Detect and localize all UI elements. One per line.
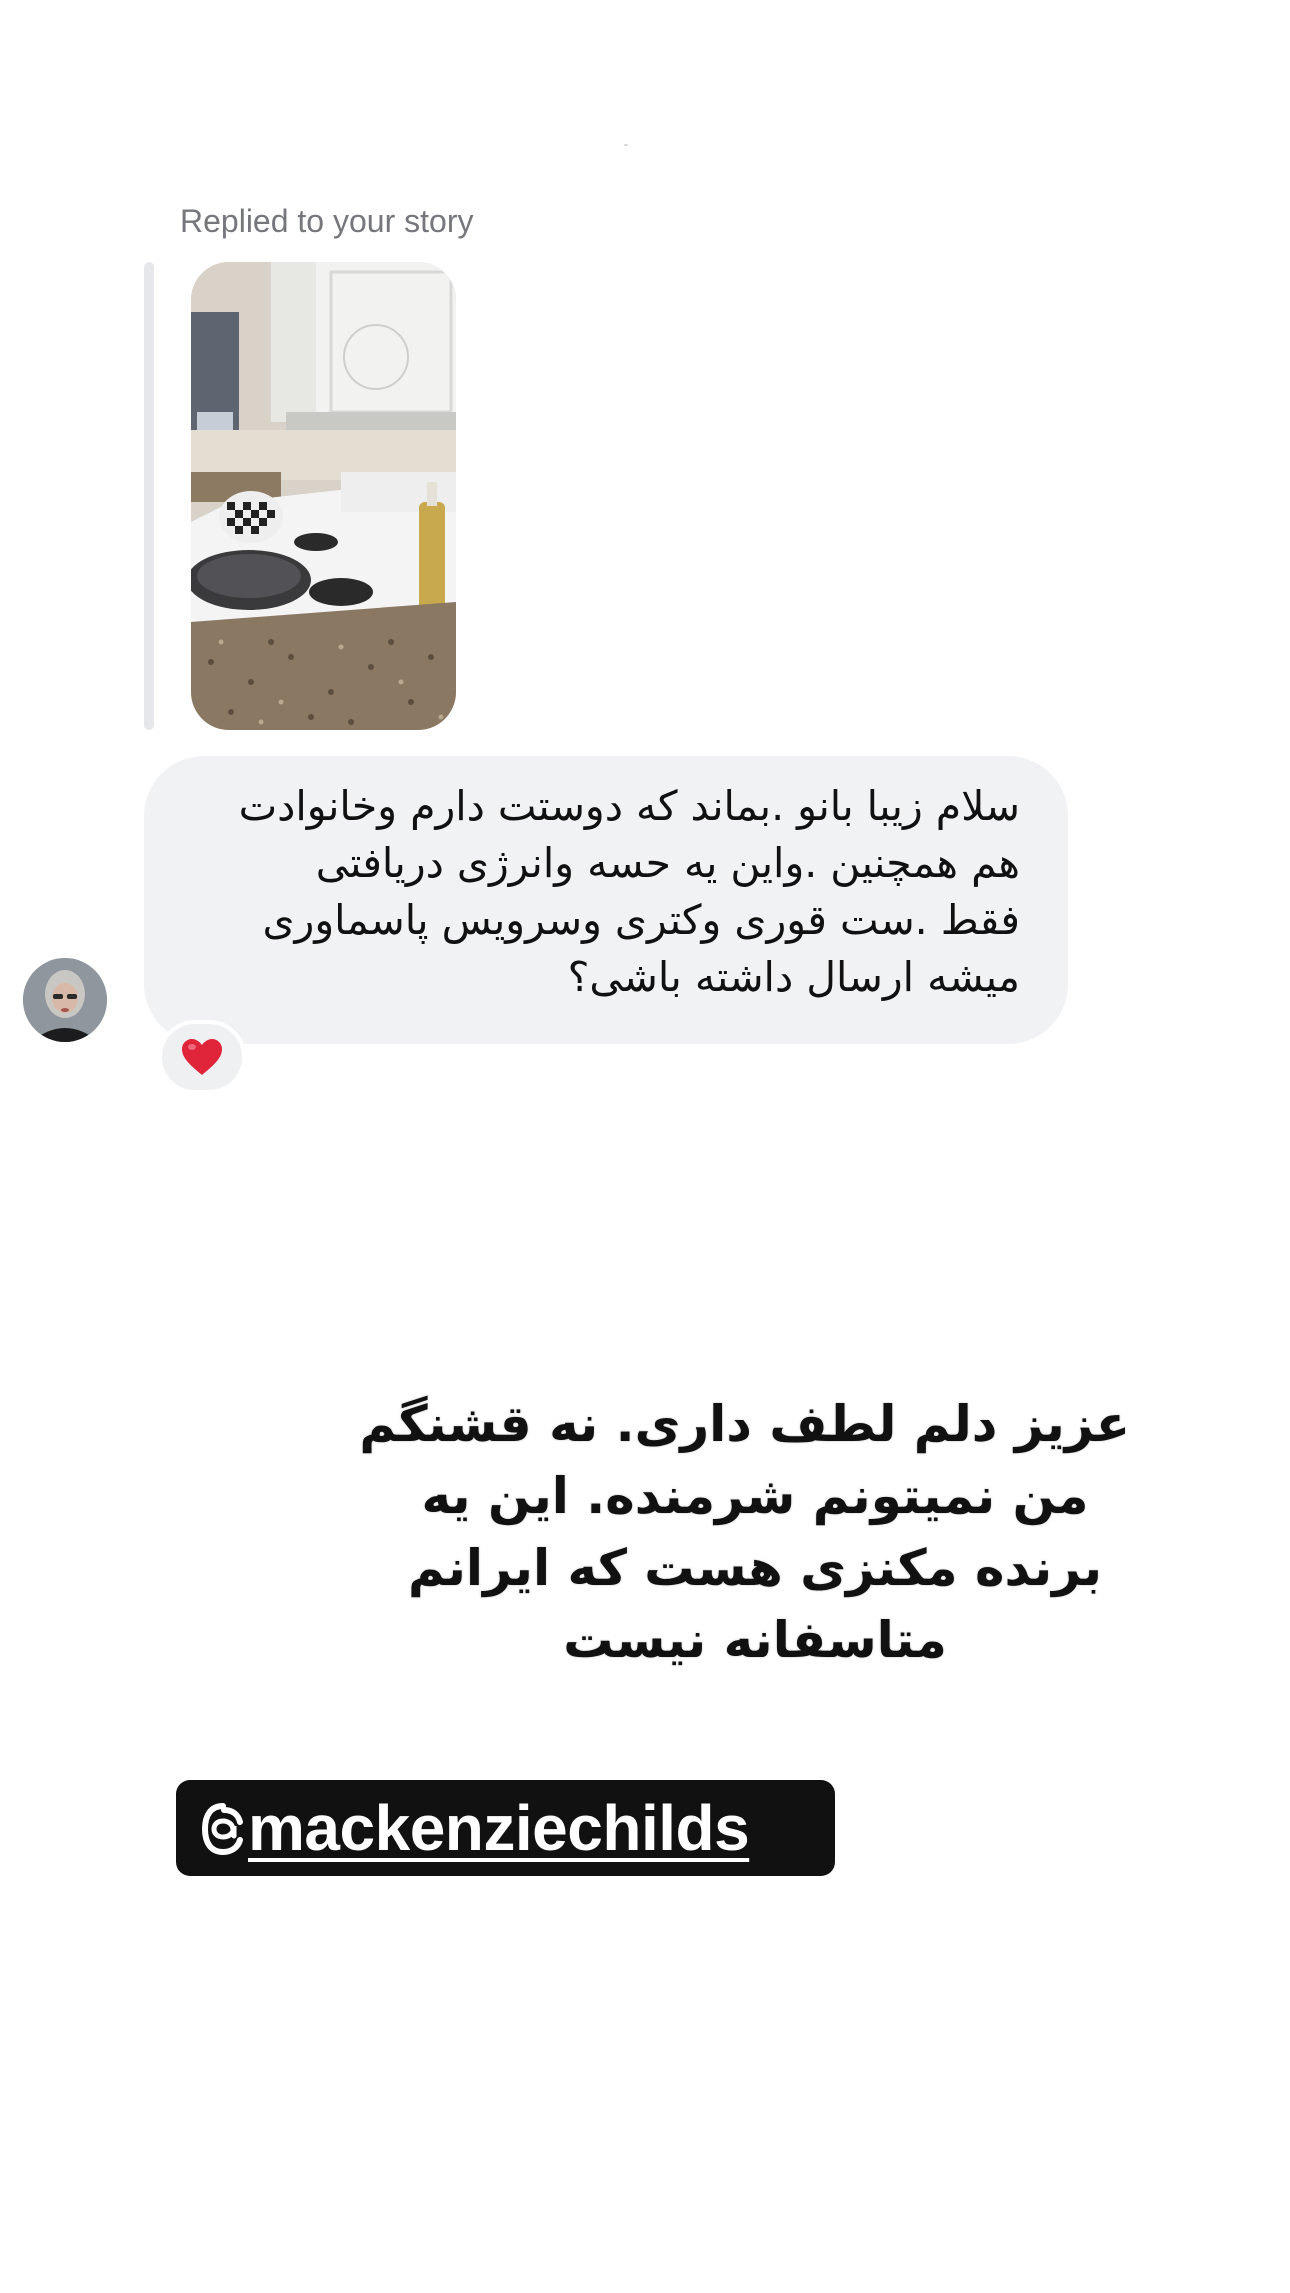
story-kitchen-image (191, 262, 456, 730)
reply-quote-bar (144, 262, 154, 730)
caption-line: متاسفانه نیست (563, 1611, 947, 1669)
mention-sticker[interactable]: mackenziechilds (176, 1780, 835, 1876)
caption-line: من نمیتونم شرمنده. این یه (421, 1467, 1089, 1525)
message-line: هم همچنین .واین یه حسه وانرژی دریافتی (315, 839, 1020, 887)
reply-context-label: Replied to your story (180, 203, 474, 239)
heart-reaction[interactable] (158, 1020, 246, 1094)
message-line: فقط .ست قوری وکتری وسرویس پاسماوری (262, 896, 1020, 944)
mention-text: mackenziechilds (200, 1791, 750, 1865)
caption-line: برنده مکنزی هست که ایرانم (407, 1539, 1103, 1597)
avatar-image (23, 958, 107, 1042)
message-line: میشه ارسال داشته باشی؟ (567, 953, 1020, 1001)
message-line: سلام زیبا بانو .بماند که دوستت دارم وخان… (238, 782, 1020, 830)
incoming-message-bubble[interactable]: سلام زیبا بانو .بماند که دوستت دارم وخان… (144, 756, 1068, 1044)
story-caption-text: عزیز دلم لطف داری. نه قشنگم من نمیتونم ش… (359, 1388, 1130, 1676)
sender-avatar[interactable] (23, 958, 107, 1042)
heart-icon (182, 1039, 222, 1075)
threads-icon (201, 1803, 243, 1856)
mention-handle: mackenziechilds (248, 1792, 750, 1864)
top-indicator (624, 144, 628, 146)
caption-line: عزیز دلم لطف داری. نه قشنگم (359, 1395, 1130, 1453)
story-thumbnail[interactable] (191, 262, 456, 730)
